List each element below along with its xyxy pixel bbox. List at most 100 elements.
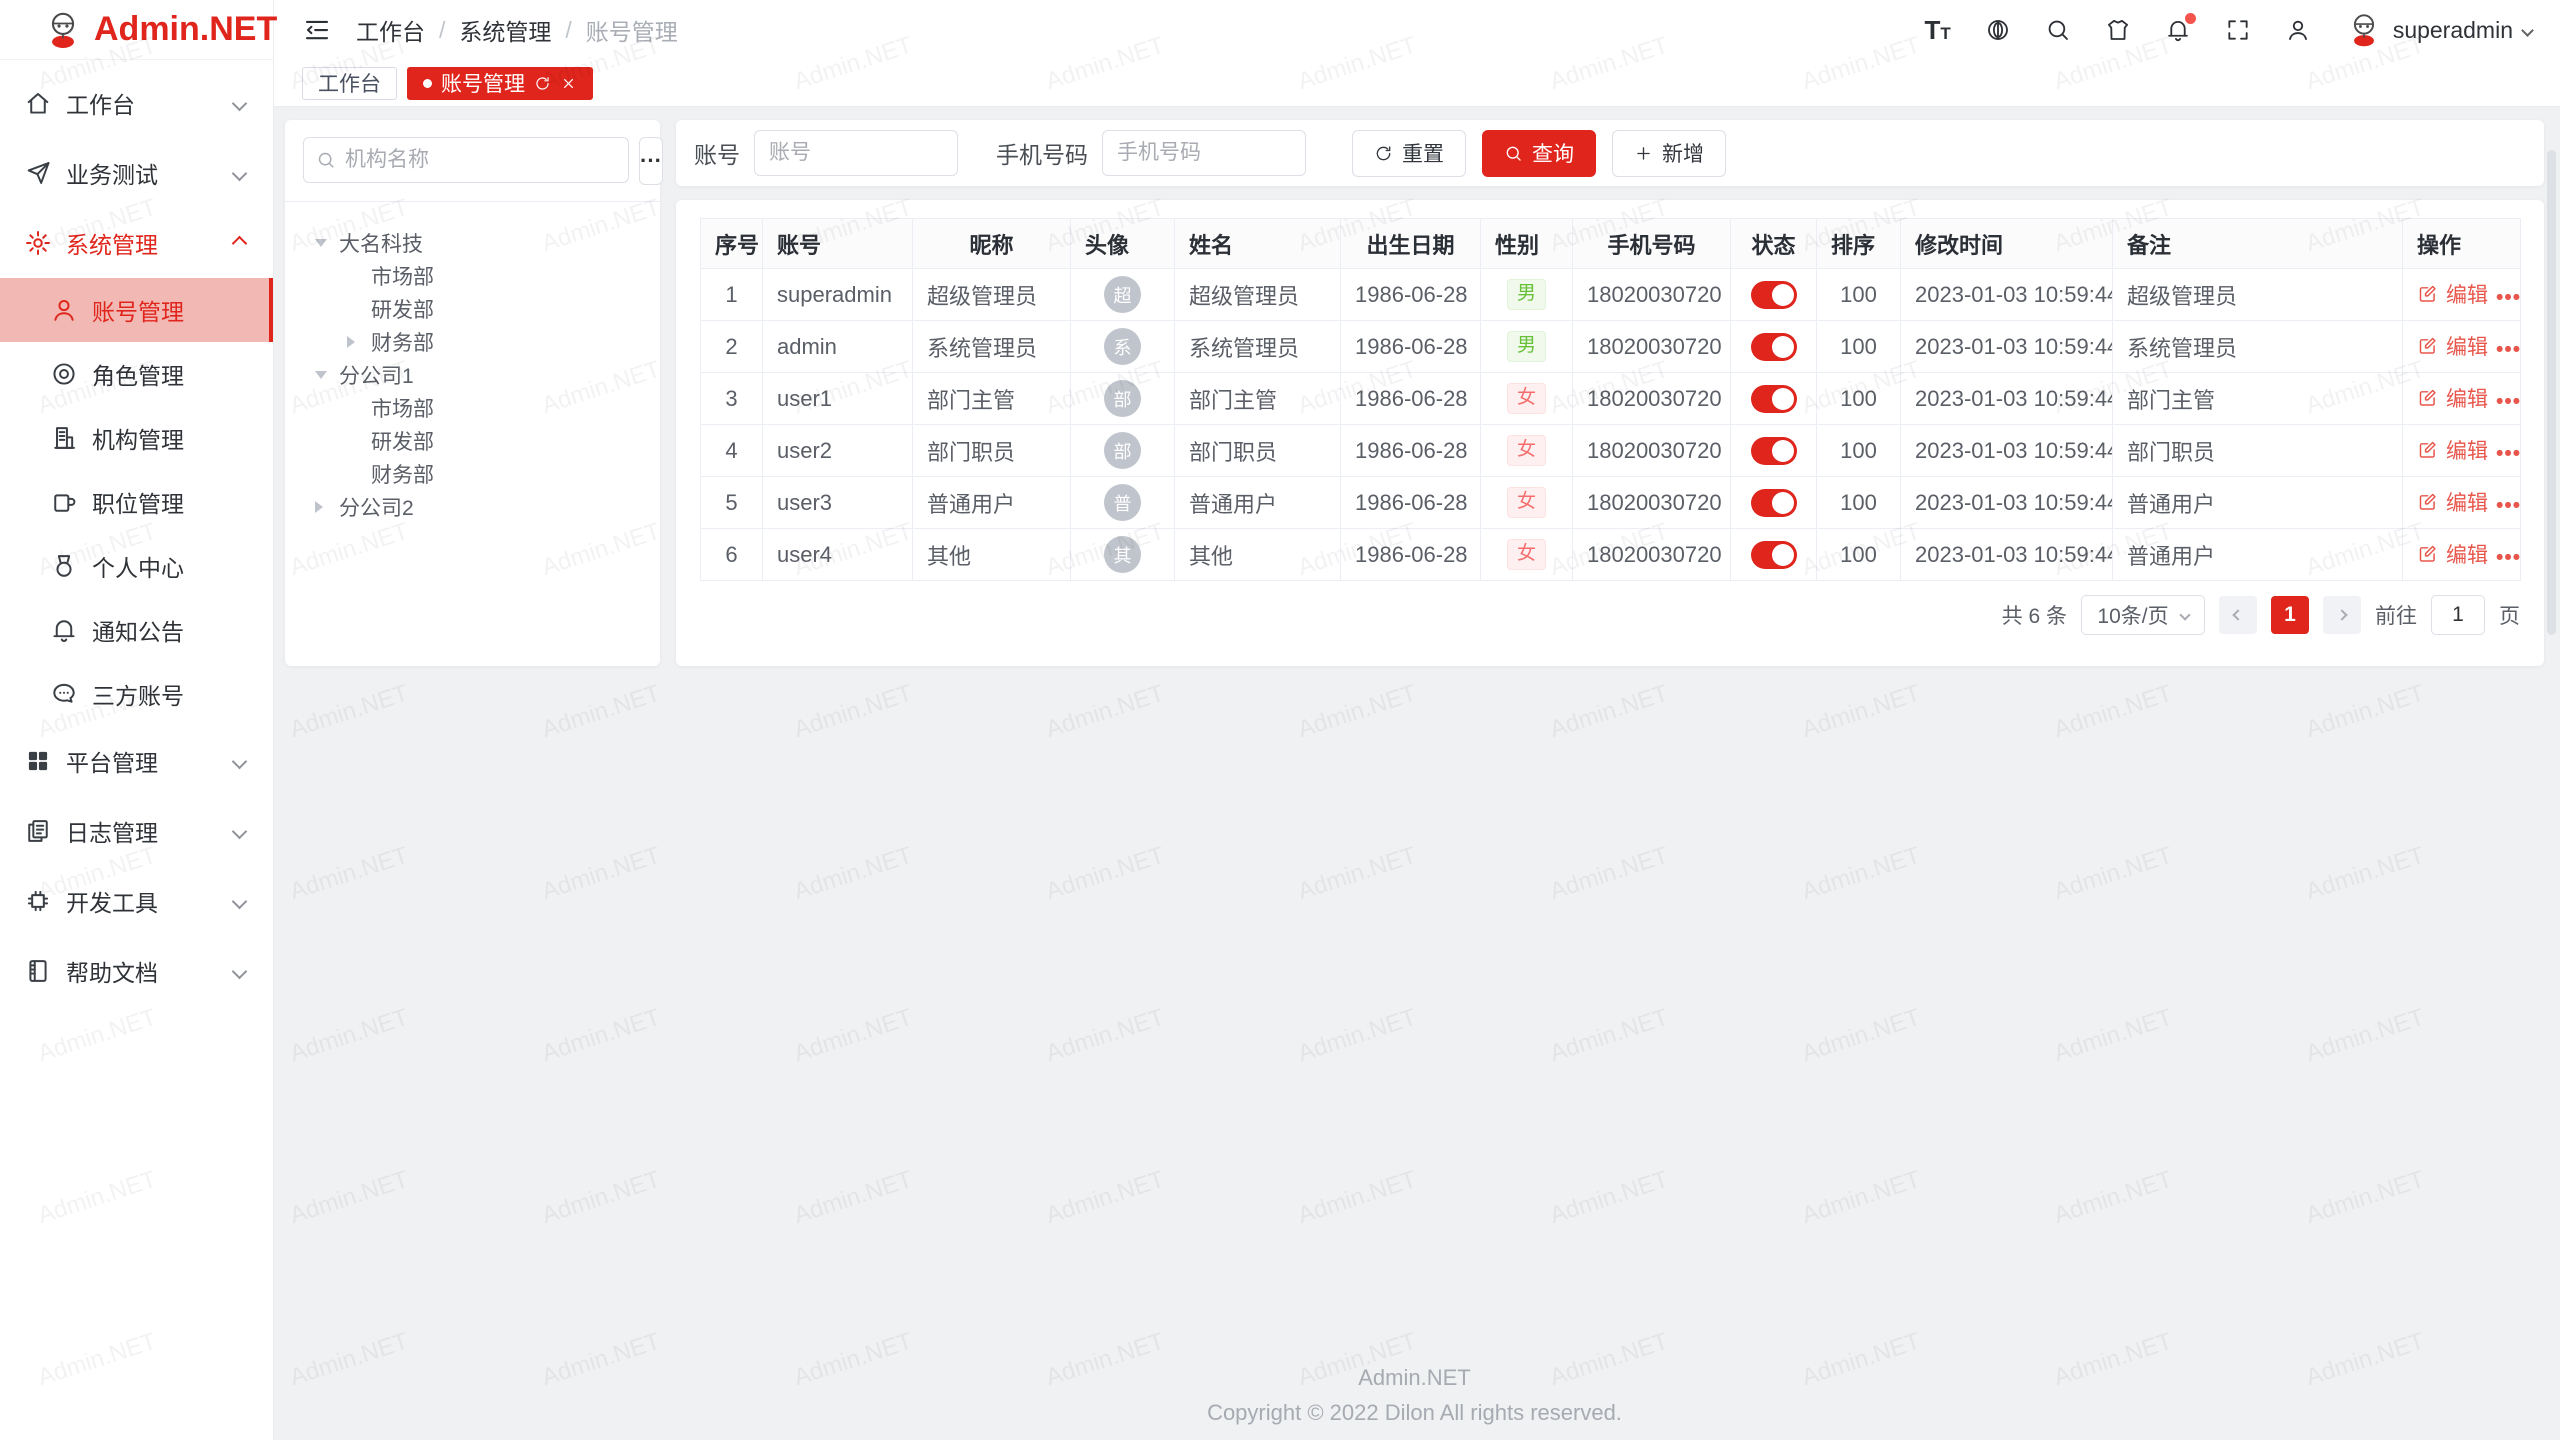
column-header[interactable]: 修改时间 (1901, 219, 2113, 269)
prev-page-button[interactable] (2219, 596, 2257, 634)
fullscreen-icon[interactable] (2225, 17, 2251, 43)
edit-button[interactable]: 编辑 (2417, 279, 2488, 309)
org-search-input[interactable] (345, 148, 616, 172)
language-icon[interactable] (1985, 17, 2011, 43)
account-icon[interactable] (2285, 17, 2311, 43)
menu-icon (24, 89, 52, 117)
sidebar-item[interactable]: 帮助文档 (0, 936, 273, 1006)
column-header[interactable]: 序号 (701, 219, 763, 269)
column-header[interactable]: 账号 (763, 219, 913, 269)
goto-page-input[interactable] (2431, 595, 2485, 635)
tree-node[interactable]: 市场部 (303, 391, 642, 424)
column-header[interactable]: 备注 (2113, 219, 2403, 269)
cell-avatar: 其 (1071, 529, 1175, 581)
font-size-icon[interactable]: TT (1925, 17, 1951, 43)
caret-icon[interactable] (315, 371, 327, 379)
column-header[interactable]: 昵称 (913, 219, 1071, 269)
chevron-icon (232, 235, 248, 251)
more-actions-button[interactable]: ••• (2496, 546, 2521, 570)
column-header[interactable]: 手机号码 (1573, 219, 1731, 269)
tree-node[interactable]: 研发部 (303, 424, 642, 457)
search-icon[interactable] (2045, 17, 2071, 43)
edit-button[interactable]: 编辑 (2417, 487, 2488, 517)
logo[interactable]: Admin.NET (0, 0, 273, 60)
toggle-knob (1772, 284, 1794, 306)
tree-caret-box (315, 239, 339, 247)
sidebar-item[interactable]: 机构管理 (0, 406, 273, 470)
sidebar-item[interactable]: 职位管理 (0, 470, 273, 534)
close-icon[interactable] (560, 75, 577, 92)
account-filter-input[interactable] (754, 130, 958, 176)
breadcrumb-item[interactable]: 工作台 (356, 13, 425, 47)
user-menu[interactable]: superadmin (2345, 11, 2532, 49)
column-header[interactable]: 操作 (2403, 219, 2521, 269)
phone-filter-input[interactable] (1102, 130, 1306, 176)
tree-node[interactable]: 研发部 (303, 292, 642, 325)
more-actions-button[interactable]: ••• (2496, 338, 2521, 362)
status-toggle[interactable] (1751, 333, 1797, 361)
edit-button[interactable]: 编辑 (2417, 435, 2488, 465)
column-header[interactable]: 状态 (1731, 219, 1817, 269)
caret-icon[interactable] (315, 501, 323, 513)
notification-bell-icon[interactable] (2165, 17, 2191, 43)
cell-birth: 1986-06-28 (1341, 425, 1481, 477)
tree-node[interactable]: 分公司2 (303, 490, 642, 523)
status-toggle[interactable] (1751, 385, 1797, 413)
sidebar-item[interactable]: 工作台 (0, 68, 273, 138)
caret-icon[interactable] (347, 336, 355, 348)
page-size-select[interactable]: 10条/页 (2081, 595, 2205, 635)
toggle-knob (1772, 388, 1794, 410)
edit-button[interactable]: 编辑 (2417, 539, 2488, 569)
tree-node[interactable]: 大名科技 (303, 226, 642, 259)
more-actions-button[interactable]: ••• (2496, 442, 2521, 466)
column-header[interactable]: 姓名 (1175, 219, 1341, 269)
tree-node[interactable]: 市场部 (303, 259, 642, 292)
add-button[interactable]: 新增 (1612, 130, 1726, 177)
cell-order: 100 (1817, 373, 1901, 425)
status-toggle[interactable] (1751, 541, 1797, 569)
tab-workbench[interactable]: 工作台 (302, 67, 397, 100)
theme-shirt-icon[interactable] (2105, 17, 2131, 43)
sidebar-item[interactable]: 系统管理 (0, 208, 273, 278)
next-page-button[interactable] (2323, 596, 2361, 634)
cell-remark: 普通用户 (2113, 529, 2403, 581)
column-header[interactable]: 排序 (1817, 219, 1901, 269)
more-actions-button[interactable]: ••• (2496, 286, 2521, 310)
tree-caret-box (347, 336, 371, 348)
more-actions-button[interactable]: ••• (2496, 390, 2521, 414)
collapse-menu-icon[interactable] (302, 15, 332, 45)
sidebar-item[interactable]: 三方账号 (0, 662, 273, 726)
tree-node[interactable]: 财务部 (303, 457, 642, 490)
status-toggle[interactable] (1751, 437, 1797, 465)
current-page[interactable]: 1 (2271, 596, 2309, 634)
scrollbar-thumb[interactable] (2547, 150, 2556, 635)
sidebar-item[interactable]: 开发工具 (0, 866, 273, 936)
caret-icon[interactable] (315, 239, 327, 247)
column-header[interactable]: 性别 (1481, 219, 1573, 269)
more-actions-button[interactable]: ••• (2496, 494, 2521, 518)
tree-node[interactable]: 分公司1 (303, 358, 642, 391)
refresh-icon[interactable] (534, 75, 551, 92)
query-button[interactable]: 查询 (1482, 130, 1596, 177)
edit-button[interactable]: 编辑 (2417, 383, 2488, 413)
tree-node[interactable]: 财务部 (303, 325, 642, 358)
sidebar-item[interactable]: 账号管理 (0, 278, 273, 342)
org-search-box[interactable] (303, 137, 629, 183)
sidebar-item[interactable]: 业务测试 (0, 138, 273, 208)
status-toggle[interactable] (1751, 489, 1797, 517)
org-more-button[interactable]: ··· (639, 137, 663, 185)
status-toggle[interactable] (1751, 281, 1797, 309)
sidebar-item[interactable]: 角色管理 (0, 342, 273, 406)
accounts-table: 序号账号昵称头像姓名出生日期性别手机号码状态排序修改时间备注操作 1 super… (700, 218, 2521, 581)
sidebar-item[interactable]: 日志管理 (0, 796, 273, 866)
sidebar-item[interactable]: 平台管理 (0, 726, 273, 796)
column-header[interactable]: 出生日期 (1341, 219, 1481, 269)
breadcrumb-item[interactable]: 系统管理 (459, 13, 551, 47)
sidebar-item[interactable]: 通知公告 (0, 598, 273, 662)
sidebar-item[interactable]: 个人中心 (0, 534, 273, 598)
column-header[interactable]: 头像 (1071, 219, 1175, 269)
edit-button[interactable]: 编辑 (2417, 331, 2488, 361)
tab-account-management[interactable]: 账号管理 (407, 67, 593, 100)
reset-button[interactable]: 重置 (1352, 130, 1466, 177)
cell-account: user4 (763, 529, 913, 581)
